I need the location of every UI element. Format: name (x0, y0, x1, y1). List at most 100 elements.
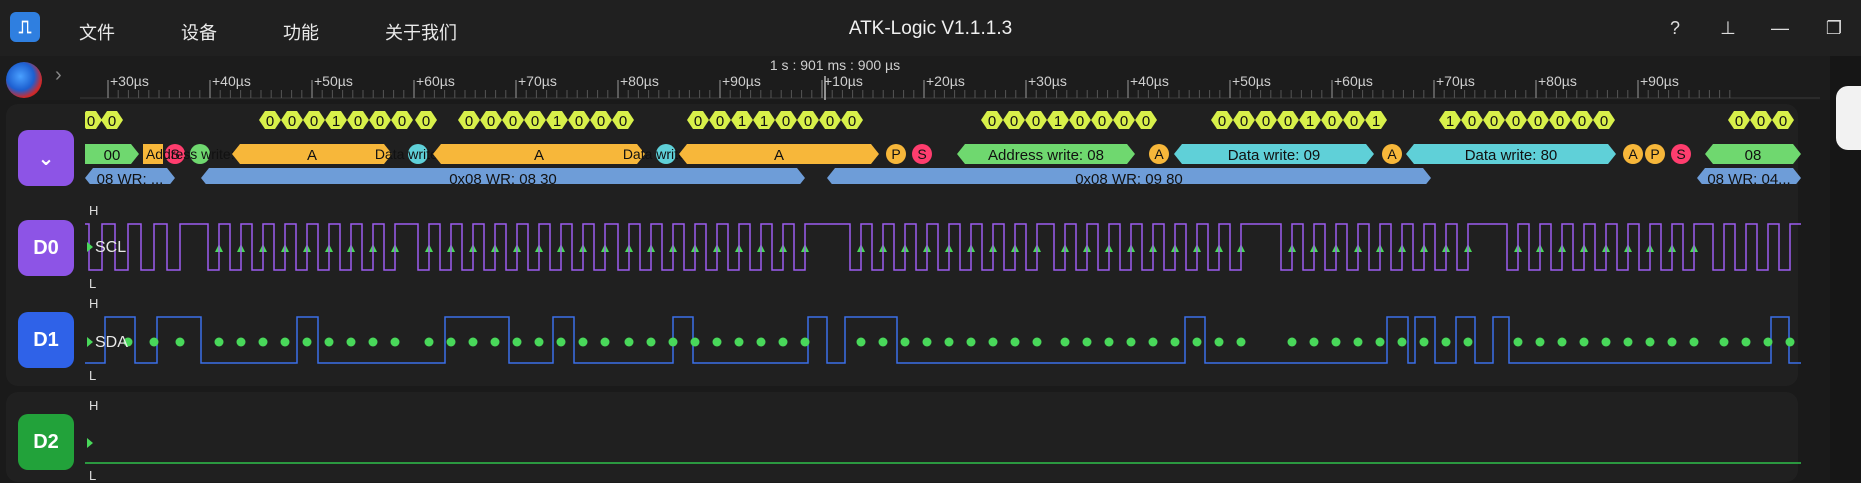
decoder-bit-label: 1 (1306, 113, 1314, 130)
sda-sample-dot (236, 337, 246, 347)
decoder-bit-label: 0 (1757, 113, 1765, 130)
sda-sample-dot (1763, 337, 1773, 347)
brand-icon[interactable] (6, 62, 42, 98)
decoder-frame-label: P (1650, 146, 1659, 162)
decoder-bit-label: 0 (1076, 113, 1084, 130)
decoder-bit-label: 0 (1735, 113, 1743, 130)
ruler-tick-label: +40µs (1130, 73, 1169, 89)
decoder-bit-label: 0 (1120, 113, 1128, 130)
decoder-frame-label: Data write: 80 (1465, 147, 1558, 164)
decoder-bit-label: 0 (1350, 113, 1358, 130)
minimize-button[interactable]: — (1763, 10, 1797, 46)
sda-sample-dot (578, 337, 588, 347)
sda-sample-dot (490, 337, 500, 347)
sda-sample-dot (1741, 337, 1751, 347)
decoder-bit-label: 0 (1556, 113, 1564, 130)
ruler-tick-label: +50µs (314, 73, 353, 89)
restore-button[interactable]: ❐ (1817, 10, 1851, 46)
sda-sample-dot (175, 337, 185, 347)
ruler-tick-label: +70µs (518, 73, 557, 89)
sda-sample-dot (1579, 337, 1589, 347)
decoder-bit-label: 0 (804, 113, 812, 130)
sda-sample-dot (424, 337, 434, 347)
decoder-frame-label: A (534, 147, 544, 164)
decoder-bit-label: 0 (1468, 113, 1476, 130)
decoder-bit-label: 0 (487, 113, 495, 130)
sda-sample-dot (712, 337, 722, 347)
menu-about[interactable]: 关于我们 (385, 19, 457, 45)
sda-sample-dot (900, 337, 910, 347)
channel-d0-button[interactable]: D0 (18, 220, 74, 276)
sda-sample-dot (646, 337, 656, 347)
ruler-tick-label: +30µs (110, 73, 149, 89)
ruler-tick-label: +20µs (926, 73, 965, 89)
decoder-bit-label: 1 (332, 113, 340, 130)
decoder-bit-label: 0 (1218, 113, 1226, 130)
decoder-bit-label: 0 (1779, 113, 1787, 130)
d2-low-label: L (89, 468, 97, 483)
d2-trigger-icon (87, 438, 93, 448)
decoder-bit-label: 0 (465, 113, 473, 130)
sda-sample-dot (1126, 337, 1136, 347)
sda-sample-dot (1309, 337, 1319, 347)
sda-sample-dot (1287, 337, 1297, 347)
sda-sample-dot (1667, 337, 1677, 347)
sda-sample-dot (1463, 337, 1473, 347)
ruler-tick-label: +10µs (824, 73, 863, 89)
sda-sample-dot (534, 337, 544, 347)
sda-sample-dot (302, 337, 312, 347)
sda-sample-dot (1236, 337, 1246, 347)
decoder-frame-label: P (891, 146, 900, 162)
menu-function[interactable]: 功能 (283, 19, 319, 45)
sda-sample-dot (556, 337, 566, 347)
i2c-decoder-rows: 0000010000000010000011000000010000000010… (85, 111, 1801, 184)
sda-waveform: SDA (85, 316, 1801, 364)
help-button[interactable]: ? (1658, 10, 1692, 46)
decoder-bit-label: 0 (288, 113, 296, 130)
menu-device[interactable]: 设备 (181, 19, 217, 45)
decoder-frame-label: Address write: 08 (988, 147, 1104, 164)
sda-sample-dot (1441, 337, 1451, 347)
sda-sample-dot (922, 337, 932, 347)
decoder-bit-label: 0 (1098, 113, 1106, 130)
decoder-bit-label: 0 (509, 113, 517, 130)
channel-d1-button[interactable]: D1 (18, 312, 74, 368)
sda-sample-dot (1192, 337, 1202, 347)
channel-d2-button[interactable]: D2 (18, 414, 74, 470)
menu-file[interactable]: 文件 (79, 19, 115, 45)
sda-name-label: SDA (95, 334, 128, 351)
sda-sample-dot (1148, 337, 1158, 347)
decoder-bit-label: 1 (1446, 113, 1454, 130)
decoder-bit-label: 0 (1600, 113, 1608, 130)
decoder-bit-label: 1 (738, 113, 746, 130)
chevron-right-icon[interactable]: › (55, 64, 62, 87)
sda-sample-dot (1010, 337, 1020, 347)
decoder-bit-label: 0 (1142, 113, 1150, 130)
decoder-collapse-button[interactable]: ⌄ (18, 130, 74, 186)
decoder-bit-label: 0 (716, 113, 724, 130)
sda-sample-dot (1060, 337, 1070, 347)
decoder-bit-label: 0 (782, 113, 790, 130)
sda-trigger-icon (87, 337, 93, 347)
decoder-frame-label: S (917, 146, 926, 162)
side-panel-button[interactable] (1836, 86, 1861, 150)
sda-sample-dot (368, 337, 378, 347)
decoder-bit-label: 0 (108, 113, 116, 130)
decoder-frame-label: S (1676, 146, 1685, 162)
sda-sample-dot (1645, 337, 1655, 347)
time-ruler: +30µs +40µs +50µs +60µs +70µs +80µs +90µs +10µs… (80, 57, 1820, 100)
sda-sample-dot (1513, 337, 1523, 347)
scl-trace (85, 223, 1801, 271)
decoder-bit-label: 0 (597, 113, 605, 130)
pin-button[interactable]: ⊥ (1711, 10, 1745, 46)
sda-sample-dot (856, 337, 866, 347)
sda-sample-dot (1535, 337, 1545, 347)
decoder-bit-label: 0 (826, 113, 834, 130)
ruler-tick-label: +70µs (1436, 73, 1475, 89)
decoder-frame-label: A (1628, 146, 1638, 162)
decoder-bit-label: 0 (1512, 113, 1520, 130)
sda-sample-dot (390, 337, 400, 347)
decoder-bit-label: 0 (354, 113, 362, 130)
decoder-bit-label: 0 (848, 113, 856, 130)
decoder-bit-label: 0 (575, 113, 583, 130)
